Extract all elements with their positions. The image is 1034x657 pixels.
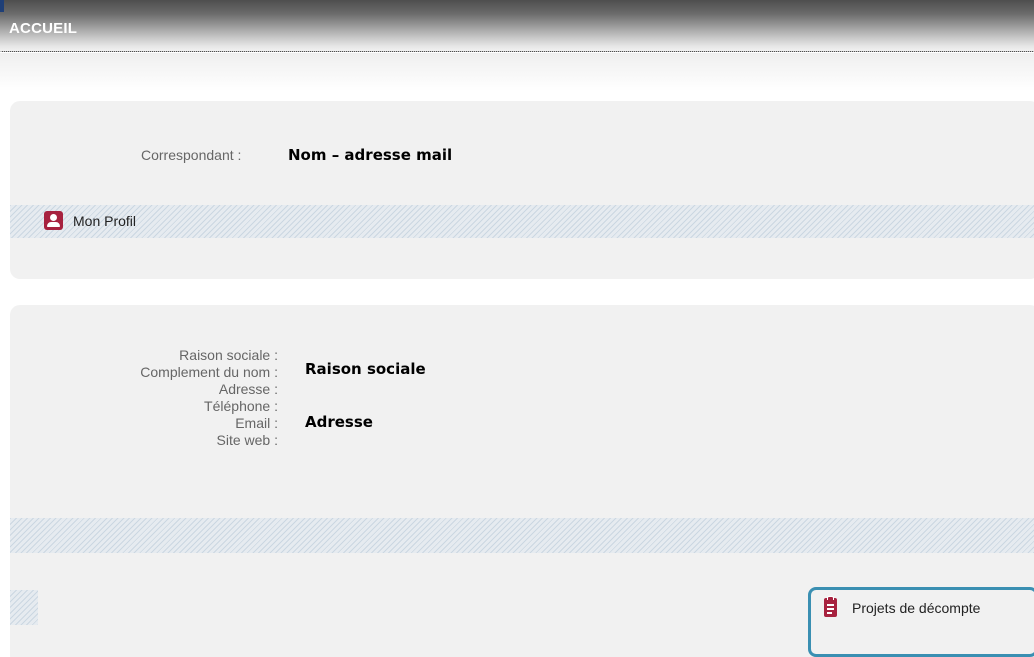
mon-profil-label: Mon Profil — [73, 212, 137, 229]
company-hatch-bar — [10, 518, 1034, 553]
projets-de-decompte-link[interactable]: Projets de décompte — [824, 596, 981, 617]
header-fade — [0, 53, 1034, 91]
site-web-label: Site web : — [216, 432, 278, 448]
user-icon — [44, 211, 63, 230]
correspondant-label: Correspondant : — [141, 147, 242, 163]
raison-sociale-value: Raison sociale — [305, 360, 426, 378]
raison-sociale-label: Raison sociale : — [179, 347, 278, 363]
complement-nom-label: Complement du nom : — [140, 364, 278, 380]
page-title: ACCUEIL — [9, 20, 78, 37]
mon-profil-link[interactable]: Mon Profil — [44, 211, 136, 230]
adresse-value: Adresse — [305, 413, 373, 431]
profile-hatch-bar — [10, 205, 1034, 238]
email-label: Email : — [235, 415, 278, 431]
projets-hatch-stub — [10, 590, 38, 625]
correspondant-panel — [10, 101, 1034, 279]
telephone-label: Téléphone : — [204, 398, 278, 414]
correspondant-value: Nom – adresse mail — [288, 146, 453, 164]
projets-de-decompte-label: Projets de décompte — [852, 599, 981, 616]
clipboard-icon — [824, 596, 837, 617]
page: ACCUEIL Correspondant : Nom – adresse ma… — [0, 0, 1034, 657]
brand-strip — [0, 0, 4, 12]
adresse-label: Adresse : — [218, 381, 278, 397]
header-bar: ACCUEIL — [0, 0, 1034, 52]
company-field-labels: Raison sociale : Complement du nom : Adr… — [60, 347, 278, 449]
